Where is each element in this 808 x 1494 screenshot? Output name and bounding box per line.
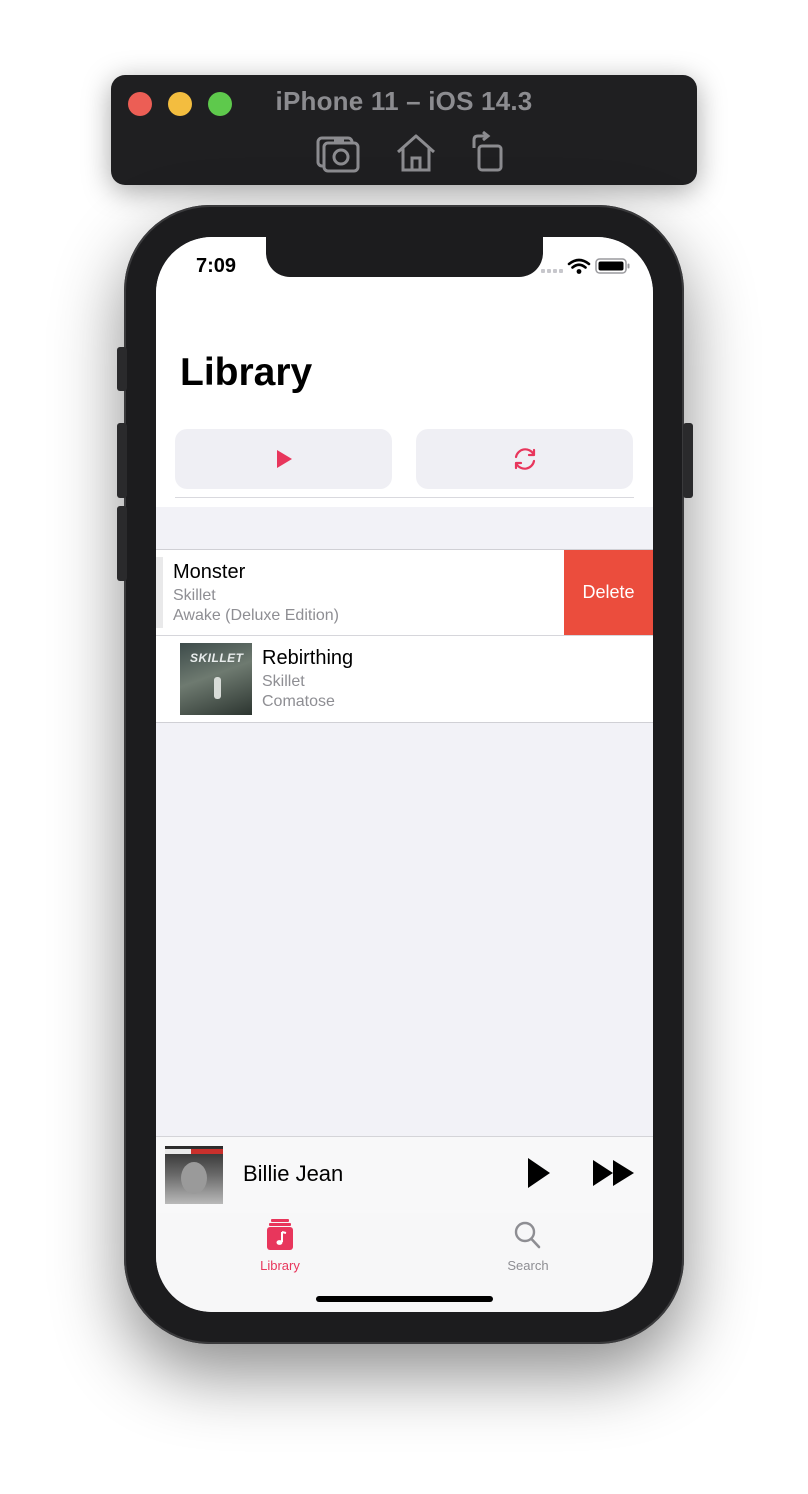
fast-forward-button[interactable] [592, 1159, 636, 1192]
song-artist: Skillet [173, 587, 216, 604]
artwork-portrait [181, 1162, 207, 1194]
notch [266, 237, 543, 277]
volume-up-button [117, 423, 127, 498]
song-title: Monster [173, 561, 246, 583]
tab-label: Library [260, 1258, 300, 1273]
artwork-band [165, 1149, 223, 1154]
signal-icon [541, 269, 563, 273]
song-artist: Skillet [262, 673, 305, 690]
album-artwork-logo: SKILLET [190, 651, 244, 665]
wifi-icon [567, 258, 591, 274]
fast-forward-icon [593, 1160, 634, 1186]
now-playing-artwork [165, 1146, 223, 1204]
search-icon [514, 1221, 541, 1249]
status-time: 7:09 [196, 255, 237, 277]
shuffle-button[interactable] [416, 429, 633, 489]
song-album: Awake (Deluxe Edition) [173, 607, 340, 624]
play-icon [276, 450, 292, 468]
home-icon[interactable] [393, 130, 439, 176]
delete-button[interactable]: Delete [564, 550, 653, 635]
rotate-icon[interactable] [466, 130, 512, 176]
simulator-window: { "simulator": { "title": "iPhone 11 – i… [0, 0, 808, 1494]
song-album: Comatose [262, 693, 335, 710]
shuffle-icon [514, 448, 535, 470]
tab-search[interactable]: Search [463, 1219, 593, 1273]
music-library-icon [267, 1219, 293, 1250]
album-art-edge [156, 557, 163, 628]
album-artwork: SKILLET [180, 643, 252, 715]
play-icon [528, 1158, 550, 1188]
list-bottom-border [156, 722, 653, 723]
now-playing-title: Billie Jean [243, 1161, 344, 1186]
header-divider [175, 497, 634, 498]
tab-label: Search [507, 1258, 549, 1273]
status-icons [541, 257, 631, 277]
battery-icon [595, 258, 630, 274]
power-button [683, 423, 693, 498]
mini-player[interactable]: Billie Jean [156, 1136, 653, 1214]
home-indicator[interactable] [316, 1296, 493, 1302]
album-artwork-figure [214, 677, 221, 699]
tab-library[interactable]: Library [215, 1219, 345, 1273]
page-title: Library [180, 351, 313, 394]
mute-switch [117, 347, 127, 391]
volume-down-button [117, 506, 127, 581]
play-all-button[interactable] [175, 429, 392, 489]
song-title: Rebirthing [262, 647, 354, 669]
simulator-title: iPhone 11 – iOS 14.3 [275, 86, 533, 116]
phone-screen: 7:09 Library Monster Skillet Awake (Delu… [156, 237, 653, 1312]
screenshot-icon[interactable] [315, 130, 361, 176]
play-button[interactable] [526, 1157, 552, 1194]
